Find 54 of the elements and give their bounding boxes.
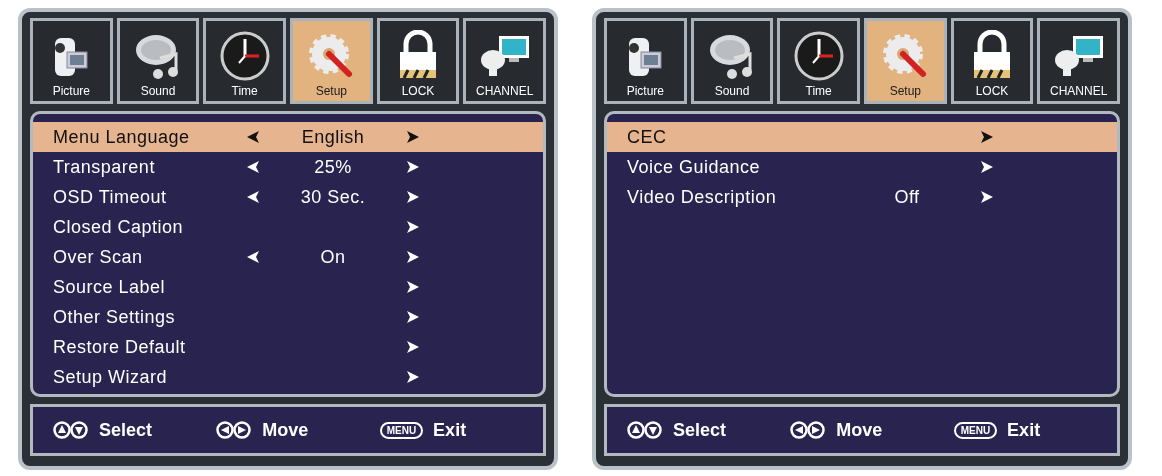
right-arrow-icon	[406, 250, 420, 264]
menu-item[interactable]: Setup Wizard	[33, 362, 543, 392]
up-down-keys-icon	[53, 421, 89, 439]
left-arrow-icon	[246, 190, 260, 204]
up-down-keys-icon	[627, 421, 663, 439]
menu-item[interactable]: Other Settings	[33, 302, 543, 332]
left-arrow-icon	[246, 250, 260, 264]
menu-tab[interactable]: Picture	[604, 18, 687, 104]
right-arrow-icon	[980, 130, 994, 144]
right-arrow-icon	[406, 190, 420, 204]
right-arrow-icon	[980, 190, 994, 204]
left-arrow-icon	[246, 130, 260, 144]
left-right-keys-icon	[216, 421, 253, 439]
menu-key: MENU	[953, 421, 998, 439]
right-arrow-icon	[406, 340, 420, 354]
menu-tab[interactable]: CHANNEL	[1037, 18, 1121, 104]
left-right-keys-icon	[790, 421, 827, 439]
menu-tab[interactable]: LOCK	[950, 18, 1034, 104]
right-arrow-icon	[406, 370, 420, 384]
menu-tab[interactable]: Setup	[290, 18, 373, 104]
right-arrow-icon	[980, 160, 994, 174]
menu-tab[interactable]: Time	[777, 18, 860, 104]
right-arrow-icon	[406, 160, 420, 174]
hint-label: Select	[673, 419, 727, 441]
hint-label: Exit	[433, 419, 467, 441]
menu-item[interactable]: Restore Default	[33, 332, 543, 362]
menu-item[interactable]: Video Description Off	[607, 182, 1117, 212]
clock-icon	[792, 30, 845, 82]
menu-item[interactable]: CEC	[607, 122, 1117, 152]
menu-item[interactable]: Transparent 25%	[33, 152, 543, 182]
menu-item[interactable]: OSD Timeout 30 Sec.	[33, 182, 543, 212]
hint-label: Move	[836, 419, 883, 441]
menu-item[interactable]: Closed Caption	[33, 212, 543, 242]
hint-label: Move	[262, 419, 309, 441]
menu-item[interactable]: Over Scan On	[33, 242, 543, 272]
menu-tab[interactable]: CHANNEL	[463, 18, 547, 104]
menu-key: MENU	[379, 421, 424, 439]
hint-label: Exit	[1007, 419, 1041, 441]
menu-tab[interactable]: Time	[203, 18, 286, 104]
menu-tab[interactable]: Sound	[690, 18, 774, 104]
menu-item[interactable]: Menu Language English	[33, 122, 543, 152]
menu-tab[interactable]: Setup	[864, 18, 947, 104]
right-arrow-icon	[406, 220, 420, 234]
left-arrow-icon	[246, 160, 260, 174]
clock-icon	[218, 30, 271, 82]
menu-tab[interactable]: Picture	[30, 18, 113, 104]
menu-item[interactable]: Source Label	[33, 272, 543, 302]
menu-tab[interactable]: Sound	[116, 18, 200, 104]
right-arrow-icon	[406, 310, 420, 324]
hint-label: Select	[99, 419, 153, 441]
right-arrow-icon	[406, 280, 420, 294]
right-arrow-icon	[406, 130, 420, 144]
menu-tab[interactable]: LOCK	[376, 18, 460, 104]
menu-item[interactable]: Voice Guidance	[607, 152, 1117, 182]
